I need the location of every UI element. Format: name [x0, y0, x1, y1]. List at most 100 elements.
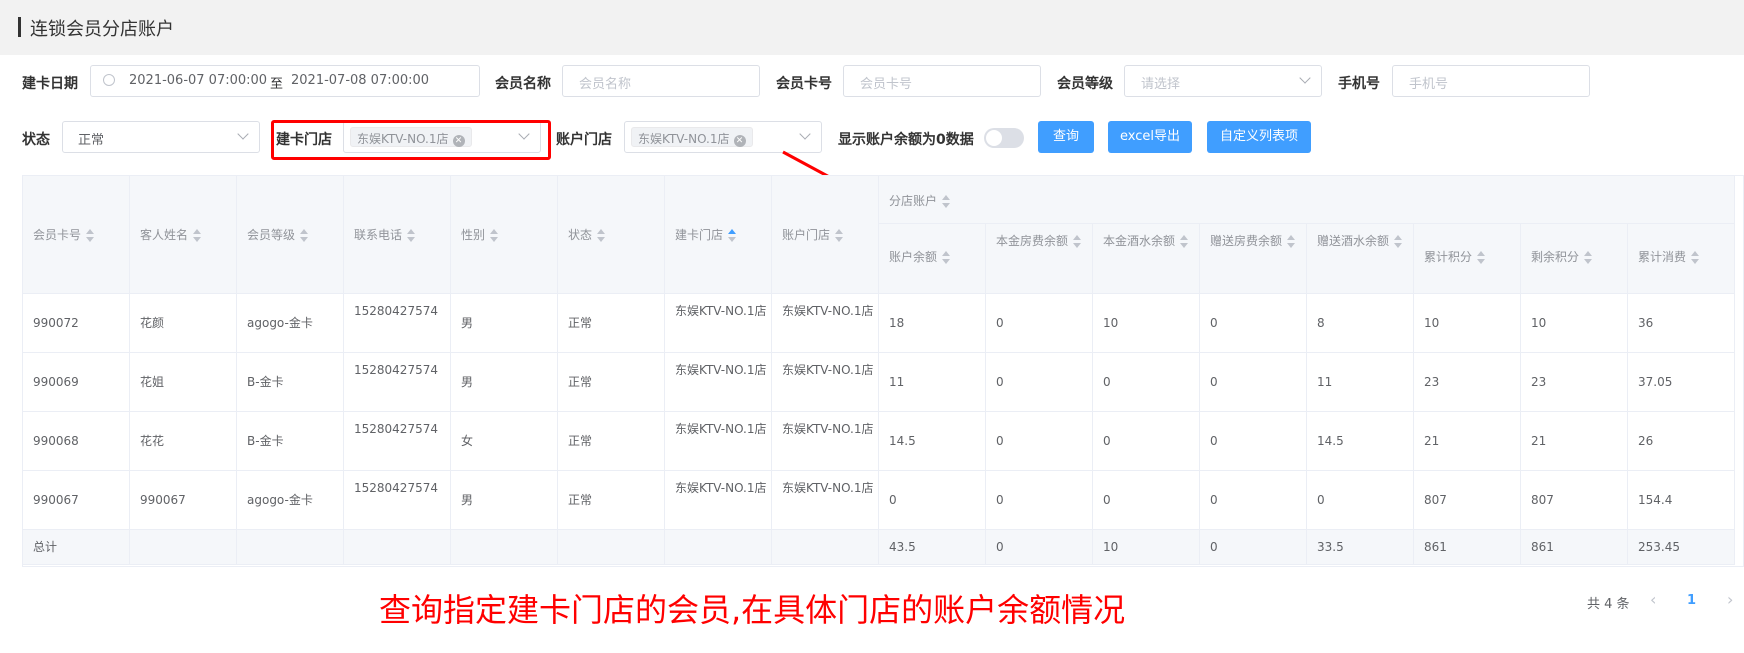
sort-icon[interactable] — [596, 228, 606, 243]
pager-page-1[interactable]: 1 — [1687, 593, 1696, 608]
cell-text: 990069 — [33, 375, 79, 389]
cell-text: 18 — [889, 316, 905, 330]
summary-cell: 861 — [1521, 530, 1628, 565]
sort-icon[interactable] — [1583, 250, 1593, 265]
column-header[interactable]: 赠送酒水余额 — [1307, 224, 1414, 294]
sort-icon[interactable] — [406, 228, 416, 243]
column-header[interactable]: 客人姓名 — [130, 176, 237, 294]
column-header-label: 累计消费 — [1638, 248, 1731, 265]
cell-text: 东娱KTV-NO.1店 — [782, 304, 874, 318]
cell-text: 26 — [1638, 434, 1654, 448]
summary-cell — [451, 530, 558, 565]
table-cell: 正常 — [558, 471, 665, 530]
sort-icon[interactable] — [1393, 234, 1403, 249]
sort-icon[interactable] — [299, 228, 309, 243]
sort-icon[interactable] — [1690, 250, 1700, 265]
table-cell: 23 — [1414, 353, 1521, 412]
column-header-label: 联系电话 — [354, 226, 447, 243]
column-header-label: 本金酒水余额 — [1103, 232, 1196, 249]
sort-icon[interactable] — [1072, 234, 1082, 249]
column-header[interactable]: 建卡门店 — [665, 176, 772, 294]
column-header-label: 累计积分 — [1424, 248, 1517, 265]
table-cell: 15280427574 — [344, 353, 451, 412]
table-cell: 花姐 — [130, 353, 237, 412]
column-header[interactable]: 累计积分 — [1414, 224, 1521, 294]
table-cell: 0 — [1307, 471, 1414, 530]
sort-icon[interactable] — [727, 228, 737, 243]
table-cell: 0 — [1093, 353, 1200, 412]
sort-icon[interactable] — [489, 228, 499, 243]
table-cell: B-金卡 — [237, 353, 344, 412]
column-header[interactable]: 剩余积分 — [1521, 224, 1628, 294]
table-cell: 0 — [1200, 353, 1307, 412]
cell-text: 36 — [1638, 316, 1654, 330]
table-cell: 154.4 — [1628, 471, 1735, 530]
sort-icon[interactable] — [1286, 234, 1296, 249]
cell-text: 男 — [461, 316, 474, 330]
table-cell: 990068 — [23, 412, 130, 471]
summary-cell: 43.5 — [879, 530, 986, 565]
sort-icon[interactable] — [941, 194, 951, 209]
cell-text: 21 — [1531, 434, 1547, 448]
column-header[interactable]: 账户余额 — [879, 224, 986, 294]
cell-text: 0 — [996, 493, 1004, 507]
sort-icon[interactable] — [85, 228, 95, 243]
column-header[interactable]: 性别 — [451, 176, 558, 294]
pager-total: 共 4 条 — [1587, 597, 1630, 612]
table-cell: 0 — [1200, 294, 1307, 353]
table-cell: 10 — [1093, 294, 1200, 353]
cell-text: 15280427574 — [354, 304, 438, 318]
cell-text: agogo-金卡 — [247, 493, 313, 507]
column-header[interactable]: 累计消费 — [1628, 224, 1735, 294]
table-cell: 东娱KTV-NO.1店 — [665, 412, 772, 471]
table-cell: 男 — [451, 294, 558, 353]
cell-text: 15280427574 — [354, 363, 438, 377]
cell-text: 女 — [461, 434, 474, 448]
summary-cell: 0 — [1200, 530, 1307, 565]
column-header[interactable]: 本金房费余额 — [986, 224, 1093, 294]
column-header[interactable]: 会员等级 — [237, 176, 344, 294]
sort-icon[interactable] — [1179, 234, 1189, 249]
sort-icon[interactable] — [1476, 250, 1486, 265]
cell-text: 990067 — [33, 493, 79, 507]
sort-icon[interactable] — [192, 228, 202, 243]
column-header[interactable]: 会员卡号 — [23, 176, 130, 294]
column-header-label: 会员卡号 — [33, 226, 126, 243]
column-header[interactable]: 联系电话 — [344, 176, 451, 294]
column-header[interactable]: 赠送房费余额 — [1200, 224, 1307, 294]
table-cell: 正常 — [558, 294, 665, 353]
cell-text: 807 — [1424, 493, 1447, 507]
cell-text: 正常 — [568, 375, 593, 389]
summary-cell: 253.45 — [1628, 530, 1735, 565]
cell-text: 37.05 — [1638, 375, 1673, 389]
table-cell: agogo-金卡 — [237, 294, 344, 353]
table-cell: 15280427574 — [344, 471, 451, 530]
column-header-label: 建卡门店 — [675, 226, 768, 243]
summary-cell: 33.5 — [1307, 530, 1414, 565]
table-cell: agogo-金卡 — [237, 471, 344, 530]
table-cell: 女 — [451, 412, 558, 471]
column-header[interactable]: 账户门店 — [772, 176, 879, 294]
cell-text: 21 — [1424, 434, 1440, 448]
table-cell: 23 — [1521, 353, 1628, 412]
table-cell: 14.5 — [879, 412, 986, 471]
summary-cell: 0 — [986, 530, 1093, 565]
table-cell: 0 — [986, 412, 1093, 471]
pager-prev-button[interactable]: ‹ — [1650, 590, 1656, 609]
cell-text: 23 — [1424, 375, 1440, 389]
table-cell: 10 — [1521, 294, 1628, 353]
table-cell: 807 — [1414, 471, 1521, 530]
column-header[interactable]: 本金酒水余额 — [1093, 224, 1200, 294]
sort-icon[interactable] — [834, 228, 844, 243]
sort-icon[interactable] — [941, 250, 951, 265]
pager-next-button[interactable]: › — [1727, 590, 1733, 609]
column-header[interactable]: 状态 — [558, 176, 665, 294]
summary-cell: 10 — [1093, 530, 1200, 565]
table-cell: 0 — [1200, 412, 1307, 471]
column-group-header[interactable]: 分店账户 — [879, 176, 1735, 224]
cell-text: 23 — [1531, 375, 1547, 389]
cell-text: 东娱KTV-NO.1店 — [782, 481, 874, 495]
cell-text: 正常 — [568, 434, 593, 448]
table-cell: 15280427574 — [344, 294, 451, 353]
summary-cell — [772, 530, 879, 565]
